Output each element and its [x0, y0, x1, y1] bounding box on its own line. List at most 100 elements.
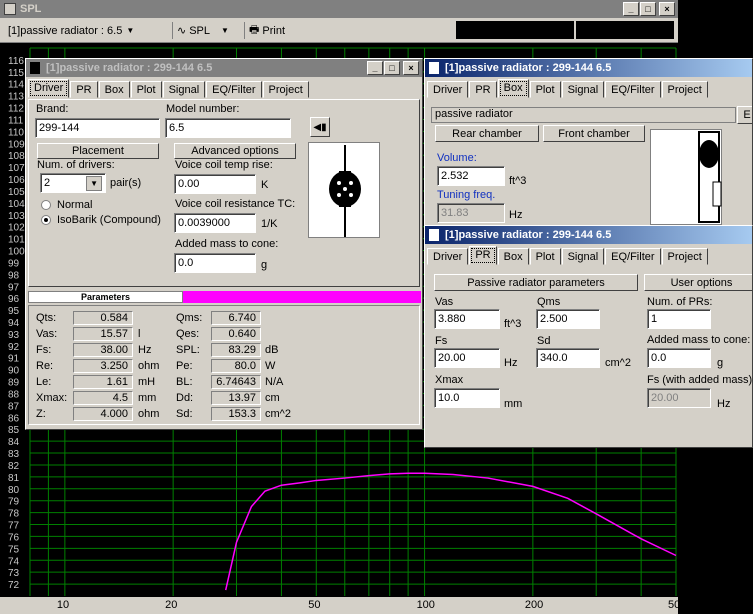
tab-project[interactable]: Project [661, 248, 708, 265]
param-label: Xmax: [36, 392, 68, 404]
print-button[interactable]: 🖶 Print [244, 22, 285, 39]
maximize-icon[interactable]: □ [384, 61, 400, 75]
placement-button[interactable]: Placement [37, 143, 159, 159]
front-chamber-button[interactable]: Front chamber [543, 125, 645, 142]
tab-box[interactable]: Box [497, 248, 529, 265]
param-unit: cm [265, 392, 280, 404]
y-tick-label: 106 [8, 175, 25, 186]
y-tick-label: 92 [8, 342, 20, 353]
tab-signal[interactable]: Signal [162, 81, 206, 98]
printer-icon: 🖶 [249, 24, 260, 36]
vc-res-label: Voice coil resistance TC: [175, 198, 296, 210]
isobarik-radio[interactable]: IsoBarik (Compound) [41, 214, 161, 226]
volume-input[interactable]: 2.532 [437, 166, 505, 186]
status-box-1 [456, 21, 574, 39]
tab-pr[interactable]: PR [70, 81, 98, 98]
close-icon[interactable]: × [403, 61, 419, 75]
radio-icon [41, 200, 51, 210]
minimize-icon[interactable]: _ [623, 2, 639, 16]
tab-plot[interactable]: Plot [529, 248, 561, 265]
y-tick-label: 72 [8, 580, 20, 591]
tab-driver[interactable]: Driver [427, 248, 469, 265]
user-options-button[interactable]: User options [644, 274, 752, 291]
tab-project[interactable]: Project [661, 81, 708, 98]
rear-chamber-button[interactable]: Rear chamber [435, 125, 539, 142]
sd-label: Sd [537, 335, 551, 347]
driver-window-title: [1]passive radiator : 299-144 6.5 [46, 62, 213, 74]
chevron-down-icon: ▼ [126, 26, 135, 35]
close-icon[interactable]: × [659, 2, 675, 16]
tab-driver[interactable]: Driver [427, 81, 469, 98]
num-drivers-value: 2 [44, 177, 51, 189]
y-tick-label: 105 [8, 187, 25, 198]
tab-plot[interactable]: Plot [130, 81, 162, 98]
brand-input[interactable]: 299-144 [35, 118, 160, 138]
box-window-title: [1]passive radiator : 299-144 6.5 [445, 62, 612, 74]
driver-select[interactable]: [1]passive radiator : 6.5 ▼ [8, 22, 134, 39]
tuning-input[interactable]: 31.83 [437, 203, 505, 223]
tab-pr[interactable]: PR [469, 246, 497, 265]
y-tick-label: 73 [8, 568, 20, 579]
param-label: Vas: [36, 328, 58, 340]
tab-eq-filter[interactable]: EQ/Filter [605, 248, 661, 265]
y-tick-label: 115 [8, 68, 24, 79]
param-label: Fs: [36, 344, 52, 356]
tab-pr[interactable]: PR [469, 81, 497, 98]
isobarik-driver-icon [329, 145, 361, 237]
y-tick-label: 98 [8, 270, 20, 281]
y-tick-label: 103 [8, 211, 25, 222]
param-value: 153.3 [211, 407, 261, 421]
xmax-input[interactable]: 10.0 [434, 388, 500, 408]
speaker-button[interactable]: ◀▮ [310, 117, 330, 137]
vc-res-input[interactable]: 0.0039000 [174, 213, 256, 233]
num-drivers-select[interactable]: 2 ▼ [40, 173, 106, 193]
fs-added-input[interactable]: 20.00 [647, 388, 711, 408]
y-tick-label: 113 [8, 92, 24, 103]
param-label: Pe: [176, 360, 193, 372]
x-tick-label: 500 [668, 599, 687, 611]
y-tick-label: 90 [8, 366, 20, 377]
y-tick-label: 79 [8, 497, 20, 508]
param-value: 0.584 [73, 311, 133, 325]
y-tick-label: 82 [8, 461, 20, 472]
fs-input[interactable]: 20.00 [434, 348, 500, 368]
added-mass-input[interactable]: 0.0 [174, 253, 256, 273]
qms-input[interactable]: 2.500 [536, 309, 600, 329]
tab-driver[interactable]: Driver [28, 79, 70, 98]
param-label: SPL: [176, 344, 200, 356]
advanced-options-button[interactable]: Advanced options [174, 143, 296, 159]
box-name-field[interactable]: passive radiator [431, 107, 736, 123]
y-tick-label: 87 [8, 401, 20, 412]
tab-eq-filter[interactable]: EQ/Filter [206, 81, 262, 98]
y-tick-label: 93 [8, 330, 20, 341]
param-label: Qms: [176, 312, 203, 324]
tab-signal[interactable]: Signal [561, 81, 605, 98]
y-tick-label: 104 [8, 199, 25, 210]
mode-select[interactable]: ∿ SPL ▼ [172, 22, 229, 39]
vc-temp-input[interactable]: 0.00 [174, 174, 256, 194]
y-tick-label: 88 [8, 389, 20, 400]
model-input[interactable]: 6.5 [165, 118, 291, 138]
param-label: Z: [36, 408, 46, 420]
tab-eq-filter[interactable]: EQ/Filter [605, 81, 661, 98]
xmax-label: Xmax [435, 374, 464, 386]
vas-input[interactable]: 3.880 [434, 309, 500, 329]
pr-params-button[interactable]: Passive radiator parameters [434, 274, 638, 291]
tuning-unit: Hz [509, 209, 523, 221]
maximize-icon[interactable]: □ [640, 2, 656, 16]
box-extra-button[interactable]: E [737, 106, 752, 124]
pr-added-mass-input[interactable]: 0.0 [647, 348, 711, 368]
tab-plot[interactable]: Plot [529, 81, 561, 98]
tab-signal[interactable]: Signal [561, 248, 605, 265]
normal-radio[interactable]: Normal [41, 199, 92, 211]
minimize-icon[interactable]: _ [367, 61, 383, 75]
y-tick-label: 100 [8, 247, 25, 258]
y-tick-label: 89 [8, 378, 20, 389]
tab-box[interactable]: Box [497, 79, 529, 98]
y-tick-label: 85 [8, 425, 20, 436]
speaker-icon: ◀▮ [313, 121, 327, 133]
num-prs-input[interactable]: 1 [647, 309, 711, 329]
tab-project[interactable]: Project [262, 81, 309, 98]
sd-input[interactable]: 340.0 [536, 348, 600, 368]
tab-box[interactable]: Box [98, 81, 130, 98]
